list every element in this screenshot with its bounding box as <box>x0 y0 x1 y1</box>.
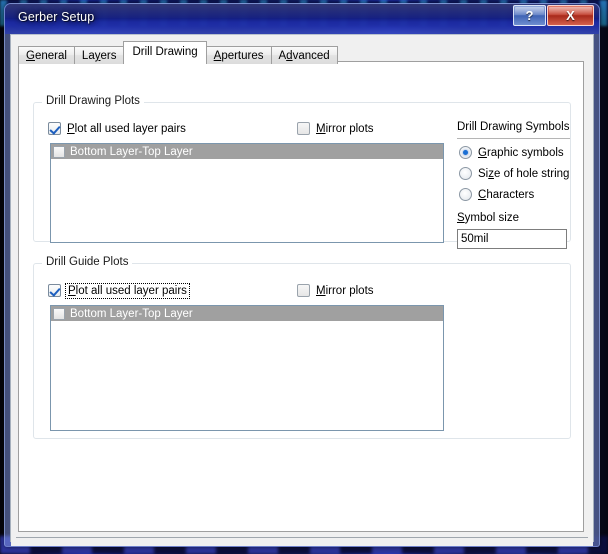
dialog-client-area: General Layers Drill Drawing Apertures A… <box>10 34 594 546</box>
radio-size-of-hole-string-label: Size of hole string <box>478 167 570 180</box>
radio-characters-label: Characters <box>478 188 535 201</box>
close-icon: X <box>566 8 575 23</box>
drill-drawing-plot-all-checkbox-row[interactable]: Plot all used layer pairs <box>48 122 186 135</box>
layer-pair-label: Bottom Layer-Top Layer <box>70 145 193 158</box>
drill-guide-mirror-plots-label: Mirror plots <box>316 284 374 297</box>
help-button[interactable]: ? <box>513 5 546 26</box>
cancel-button[interactable]: Cancel <box>528 546 588 547</box>
tab-advanced-label-b: vanced <box>292 50 330 62</box>
radio-characters-row[interactable]: Characters <box>459 188 534 201</box>
drill-drawing-plot-all-label: Plot all used layer pairs <box>67 122 186 135</box>
layer-pair-checkbox[interactable] <box>53 145 65 158</box>
drill-guide-plot-all-checkbox-row[interactable]: Plot all used layer pairs <box>48 282 190 299</box>
layer-pair-checkbox[interactable] <box>53 307 65 320</box>
layer-pair-label: Bottom Layer-Top Layer <box>70 307 193 320</box>
drill-drawing-plot-all-checkbox[interactable] <box>48 122 61 135</box>
tab-drill-drawing-label: Drill Drawing <box>132 46 198 58</box>
drill-drawing-mirror-plots-label: Mirror plots <box>316 122 374 135</box>
close-button[interactable]: X <box>547 5 594 26</box>
tab-strip: General Layers Drill Drawing Apertures A… <box>18 41 338 64</box>
radio-graphic-symbols-label: Graphic symbols <box>478 146 564 159</box>
drill-guide-plot-all-checkbox[interactable] <box>48 284 61 297</box>
tab-drill-drawing[interactable]: Drill Drawing <box>123 41 207 62</box>
symbol-size-label: Symbol size <box>457 212 519 224</box>
drill-guide-plot-all-label: Plot all used layer pairs <box>65 282 190 299</box>
tab-general-accel: G <box>26 50 35 62</box>
radio-size-of-hole-string-row[interactable]: Size of hole string <box>459 167 569 180</box>
dialog-button-bar: OK Cancel <box>11 537 593 547</box>
radio-graphic-symbols[interactable] <box>459 146 472 159</box>
radio-characters[interactable] <box>459 188 472 201</box>
drill-drawing-symbols-divider <box>457 138 570 139</box>
drill-drawing-symbols-title: Drill Drawing Symbols <box>457 121 570 133</box>
symbol-size-input[interactable] <box>457 229 567 249</box>
question-mark-icon: ? <box>525 8 534 23</box>
table-row[interactable]: Bottom Layer-Top Layer <box>51 144 443 159</box>
title-bar[interactable]: Gerber Setup ? X <box>5 4 599 34</box>
ok-button[interactable]: OK <box>445 546 520 547</box>
tab-layers[interactable]: Layers <box>73 46 125 64</box>
drill-guide-mirror-plots-checkbox[interactable] <box>297 284 310 297</box>
tab-apertures-label: pertures <box>221 50 264 62</box>
gerber-setup-dialog: Gerber Setup ? X General Layers Drill Dr… <box>4 3 600 547</box>
radio-graphic-symbols-row[interactable]: Graphic symbols <box>459 146 564 159</box>
tab-apertures[interactable]: Apertures <box>205 46 272 64</box>
drill-drawing-tab-panel: Drill Drawing Plots Plot all used layer … <box>18 61 584 532</box>
drill-guide-layer-pairs-listbox[interactable]: Bottom Layer-Top Layer <box>50 305 444 431</box>
radio-size-of-hole-string[interactable] <box>459 167 472 180</box>
tab-layers-label-b: ers <box>100 50 117 62</box>
tab-advanced[interactable]: Advanced <box>270 46 338 64</box>
drill-guide-plots-title: Drill Guide Plots <box>42 256 133 268</box>
drill-guide-mirror-plots-row[interactable]: Mirror plots <box>297 284 374 297</box>
drill-drawing-layer-pairs-listbox[interactable]: Bottom Layer-Top Layer <box>50 143 444 243</box>
table-row[interactable]: Bottom Layer-Top Layer <box>51 306 443 321</box>
window-title: Gerber Setup <box>18 10 95 24</box>
button-bar-divider <box>16 537 588 538</box>
window-caption-buttons: ? X <box>512 5 594 27</box>
tab-general-label: eneral <box>34 50 67 62</box>
drill-drawing-plots-title: Drill Drawing Plots <box>42 95 144 107</box>
tab-layers-label-a: La <box>81 50 95 62</box>
tab-general[interactable]: General <box>18 46 75 64</box>
drill-drawing-mirror-plots-row[interactable]: Mirror plots <box>297 122 374 135</box>
drill-drawing-mirror-plots-checkbox[interactable] <box>297 122 310 135</box>
